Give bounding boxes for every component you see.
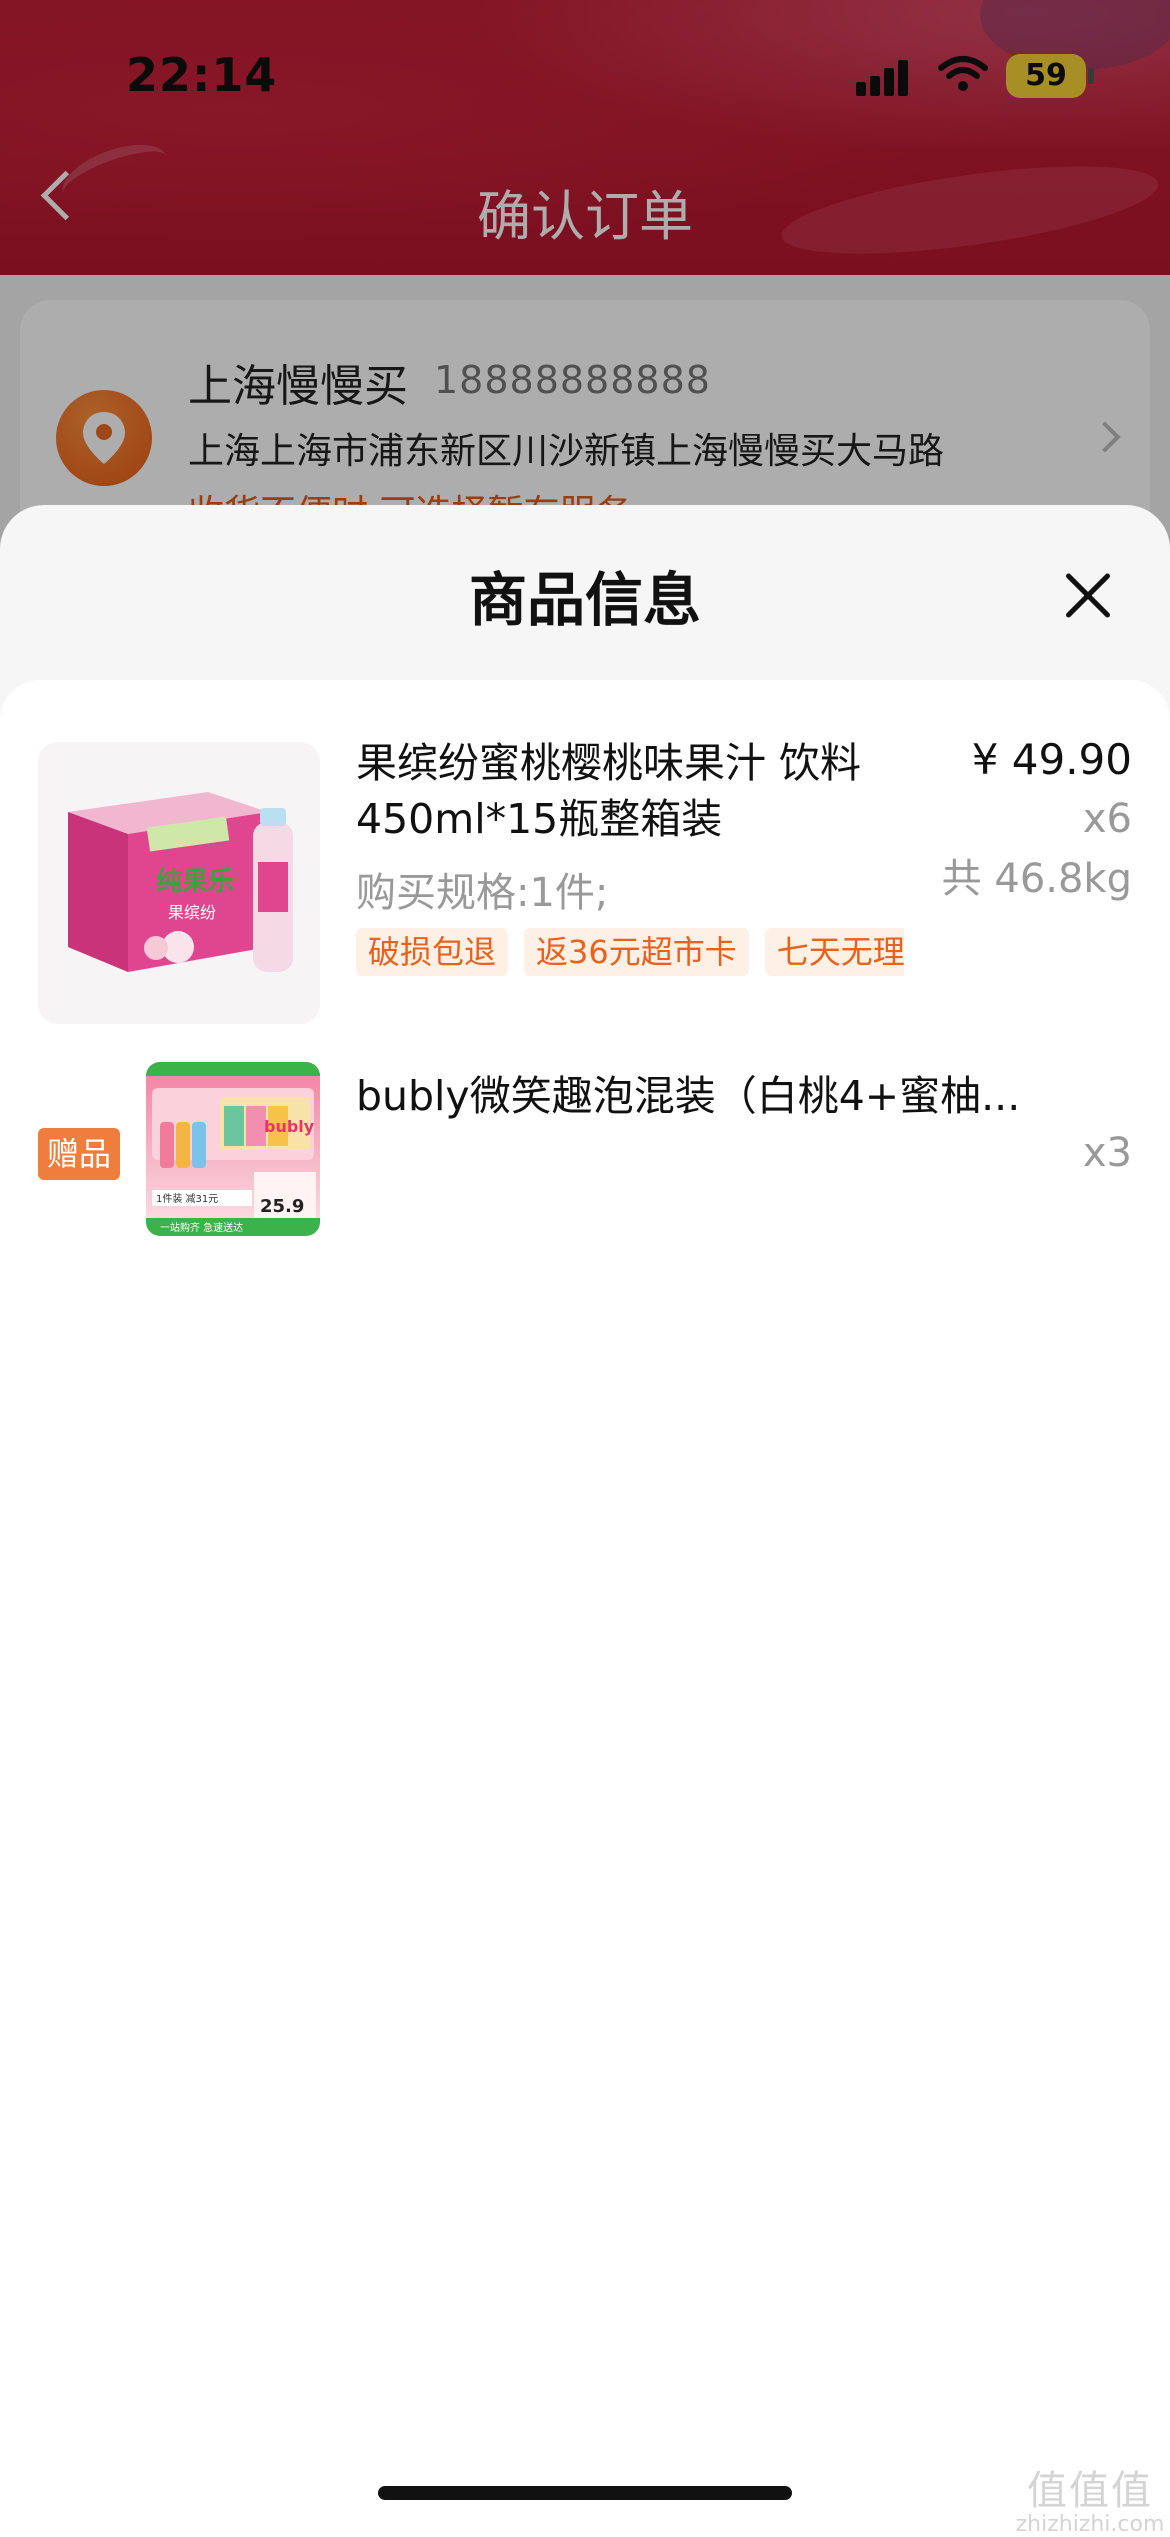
home-indicator[interactable]: [378, 2486, 792, 2500]
product-title[interactable]: 果缤纷蜜桃樱桃味果汁 饮料450ml*15瓶整箱装: [356, 735, 896, 847]
service-tag: 七天无理由退货: [764, 928, 904, 976]
gift-footer-text: 一站购齐 急速送达: [160, 1221, 243, 1234]
gift-logo-text: bubly: [264, 1117, 315, 1136]
gift-price-text: 25.9: [260, 1196, 304, 1217]
product-spec: 购买规格:1件;: [356, 870, 609, 916]
product-weight: 共 46.8kg: [941, 856, 1132, 902]
product-sub-text: 果缤纷: [168, 903, 216, 922]
product-list: 纯果乐 果缤纷 果缤纷蜜桃樱桃味果汁 饮料450ml*15瓶整箱装 购买规格:1…: [0, 680, 1170, 2532]
watermark-mark: 值值值: [1027, 2468, 1153, 2514]
service-tag: 破损包退: [356, 928, 509, 976]
watermark: 值值值 zhizhizhi.com: [1010, 2468, 1170, 2537]
sheet-title: 商品信息: [468, 566, 701, 634]
product-brand-text: 纯果乐: [156, 866, 234, 897]
product-quantity: x6: [1082, 796, 1132, 842]
gift-promo-text: 1件装 减31元: [156, 1192, 218, 1205]
service-tag: 返36元超市卡: [524, 928, 749, 976]
gift-quantity: x3: [1082, 1130, 1132, 1176]
watermark-url: zhizhizhi.com: [1015, 2512, 1165, 2537]
gift-product-title[interactable]: bubly微笑趣泡混装（白桃4+蜜柚...: [356, 1062, 1076, 1122]
product-info-sheet: 商品信息 纯果乐 果缤纷 果缤纷蜜桃樱桃味果汁 饮料450ml*15瓶整箱装 购…: [0, 505, 1170, 2532]
gift-product-image: bubly 1件装 减31元 25.9 一站购齐 急速送达: [146, 1062, 320, 1236]
close-icon[interactable]: [1060, 567, 1116, 623]
product-price: ¥ 49.90: [971, 735, 1132, 784]
gift-badge: 赠品: [38, 1128, 120, 1180]
product-image: 纯果乐 果缤纷: [38, 742, 320, 1024]
service-tags: 破损包退返36元超市卡七天无理由退货: [356, 928, 904, 976]
